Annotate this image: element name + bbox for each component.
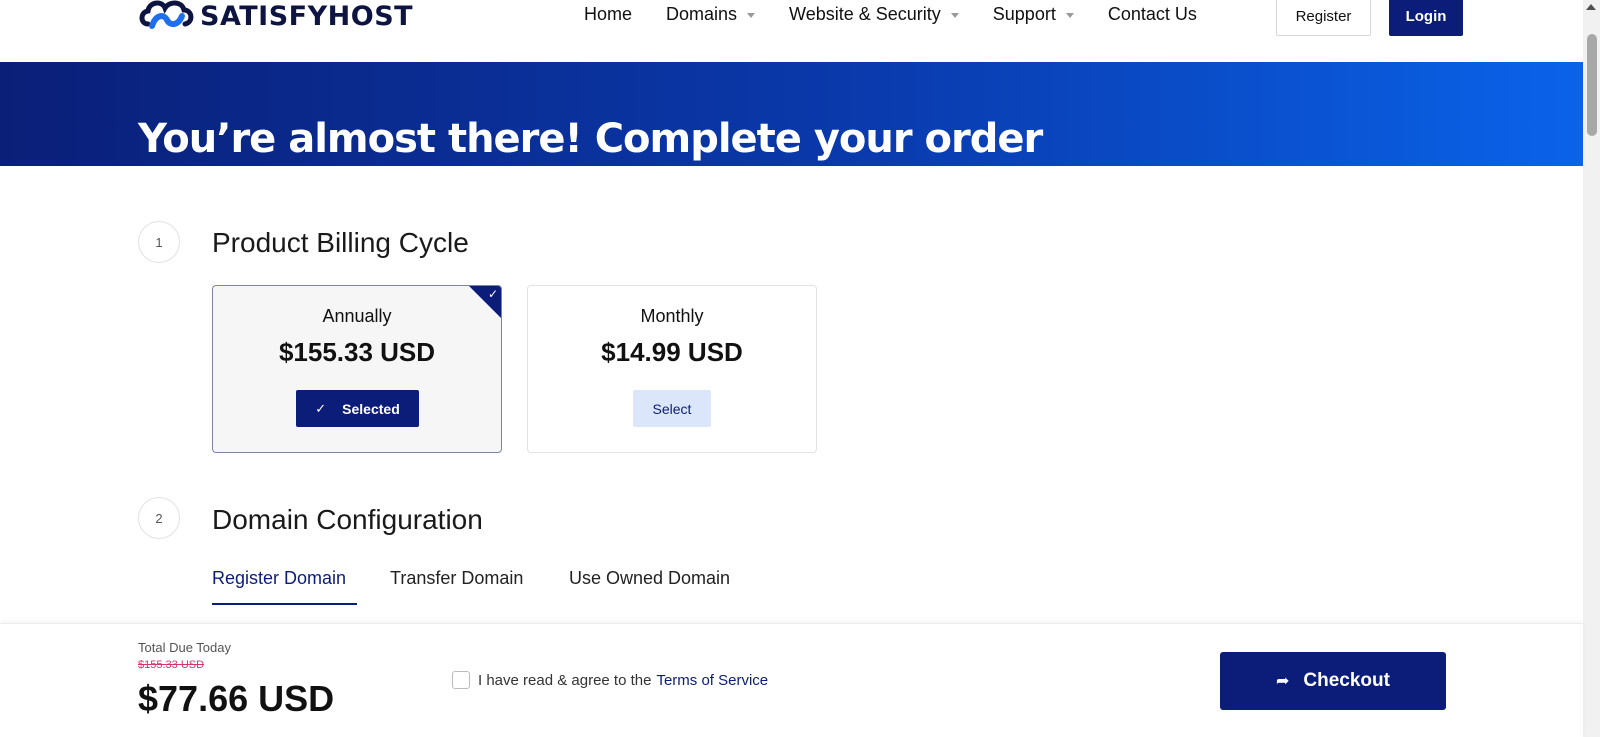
selected-button-label: Selected	[342, 400, 400, 417]
login-button[interactable]: Login	[1389, 0, 1463, 36]
order-summary-bar: Total Due Today $155.33 USD $77.66 USD I…	[0, 623, 1583, 737]
original-price: $155.33 USD	[138, 659, 205, 671]
terms-text: I have read & agree to the	[478, 671, 652, 689]
scroll-up-arrow-icon[interactable]	[1586, 4, 1596, 10]
billing-option-label: Monthly	[640, 306, 704, 326]
nav-home[interactable]: Home	[584, 4, 632, 25]
logo-text: SATISFYHOST	[200, 0, 414, 32]
billing-option-monthly[interactable]: Monthly $14.99 USD Select	[527, 285, 817, 453]
select-button[interactable]: Select	[633, 390, 711, 427]
step-number-1: 1	[138, 221, 180, 263]
cloud-infinity-icon	[139, 0, 194, 29]
nav-contact-us[interactable]: Contact Us	[1108, 4, 1197, 25]
check-icon: ✓	[487, 287, 498, 301]
main-nav: Home Domains Website & Security Support …	[584, 0, 1231, 28]
check-icon: ✓	[315, 400, 327, 416]
billing-option-price: $14.99 USD	[601, 337, 743, 367]
terms-of-service-link[interactable]: Terms of Service	[656, 672, 768, 689]
caret-down-icon	[747, 12, 756, 18]
share-arrow-icon: ➦	[1276, 673, 1290, 690]
tab-transfer-domain[interactable]: Transfer Domain	[390, 568, 523, 589]
step-title-domain-configuration: Domain Configuration	[212, 504, 483, 535]
active-tab-indicator	[212, 603, 357, 605]
nav-label: Website & Security	[789, 3, 941, 24]
caret-down-icon	[1065, 12, 1074, 18]
nav-label: Home	[584, 3, 633, 24]
total-due-label: Total Due Today	[138, 640, 231, 655]
nav-label: Support	[992, 3, 1056, 24]
nav-label: Contact Us	[1107, 3, 1197, 24]
page-scrollbar[interactable]	[1583, 0, 1600, 737]
billing-option-label: Annually	[322, 306, 392, 326]
step-number-2: 2	[138, 497, 180, 539]
scroll-thumb[interactable]	[1587, 34, 1597, 136]
checkout-button[interactable]: ➦ Checkout	[1220, 652, 1446, 710]
total-amount: $77.66 USD	[138, 678, 335, 719]
step-title-billing-cycle: Product Billing Cycle	[212, 227, 469, 258]
tab-register-domain[interactable]: Register Domain	[212, 568, 346, 589]
site-header: SATISFYHOST Home Domains Website & Secur…	[0, 0, 1583, 62]
checkout-button-label: Checkout	[1303, 670, 1390, 691]
nav-website-security[interactable]: Website & Security	[789, 4, 959, 25]
terms-agreement: I have read & agree to the Terms of Serv…	[452, 671, 768, 689]
nav-support[interactable]: Support	[993, 4, 1074, 25]
tab-use-owned-domain[interactable]: Use Owned Domain	[569, 568, 730, 589]
page-title: You’re almost there! Complete your order	[138, 116, 1043, 162]
logo[interactable]: SATISFYHOST	[138, 0, 413, 38]
billing-option-annually[interactable]: ✓ Annually $155.33 USD ✓ Selected	[212, 285, 502, 453]
terms-checkbox[interactable]	[452, 671, 470, 689]
caret-down-icon	[950, 12, 959, 18]
nav-domains[interactable]: Domains	[666, 3, 756, 25]
hero-banner: You’re almost there! Complete your order	[0, 62, 1583, 166]
billing-option-price: $155.33 USD	[278, 337, 436, 367]
register-button[interactable]: Register	[1276, 0, 1371, 36]
selected-button[interactable]: ✓ Selected	[296, 390, 419, 427]
nav-label: Domains	[666, 3, 738, 24]
